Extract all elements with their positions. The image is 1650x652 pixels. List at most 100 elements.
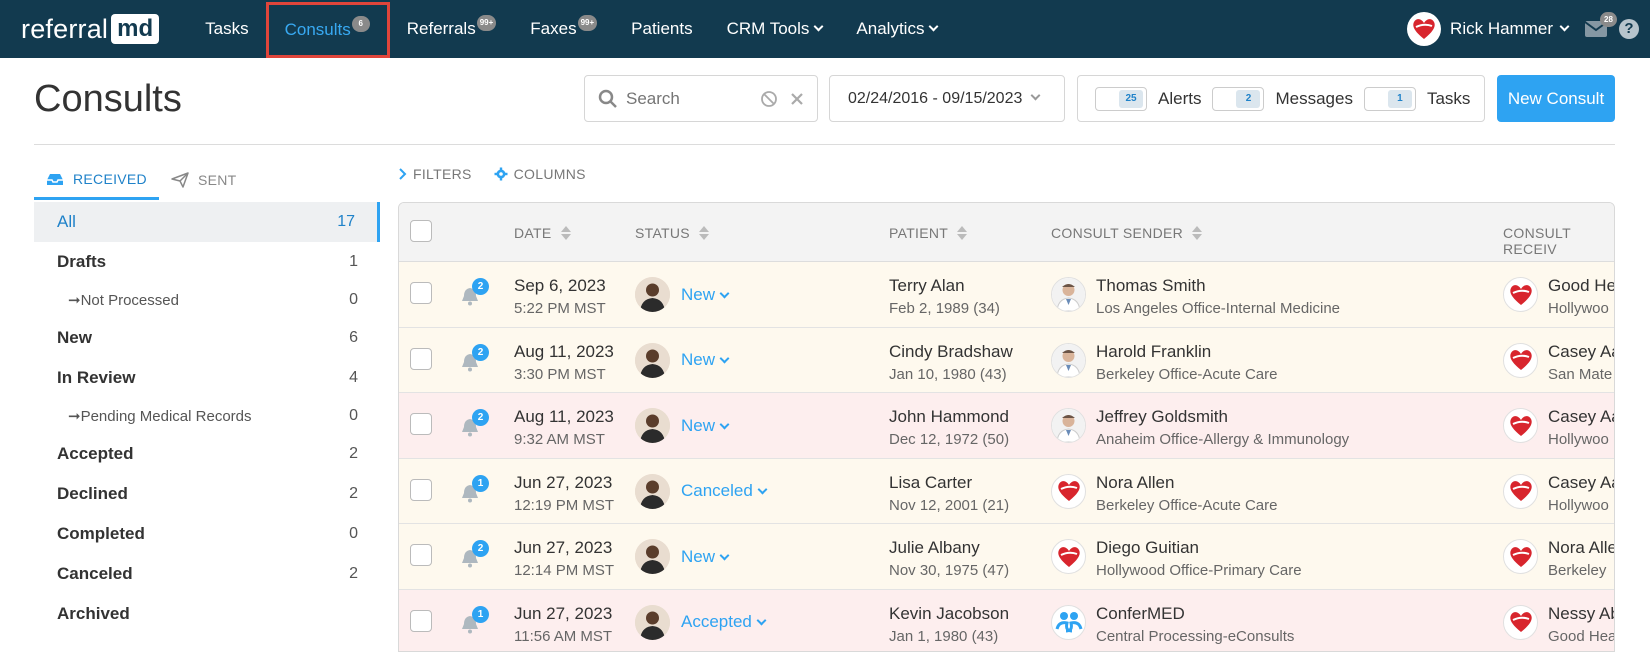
sender-cell[interactable]: Thomas Smith Los Angeles Office-Internal … — [1051, 274, 1340, 320]
sender-cell[interactable]: Jeffrey Goldsmith Anaheim Office-Allergy … — [1051, 405, 1349, 451]
sender-cell[interactable]: Harold Franklin Berkeley Office-Acute Car… — [1051, 340, 1277, 386]
tab-received[interactable]: RECEIVED — [34, 160, 159, 200]
sidebar-item-accepted[interactable]: Accepted 2 — [34, 434, 380, 474]
help-icon[interactable]: ? — [1619, 19, 1639, 39]
gear-icon — [494, 167, 508, 181]
sidebar-item-all[interactable]: All 17 — [34, 202, 380, 242]
messages-toggle[interactable]: 2 — [1212, 86, 1265, 111]
sidebar-item-drafts[interactable]: Drafts 1 — [34, 242, 380, 282]
status-dropdown[interactable]: New — [681, 350, 730, 370]
nav-item-analytics[interactable]: Analytics — [839, 0, 954, 58]
column-header-consult-receiver[interactable]: CONSULT RECEIV — [1503, 225, 1614, 257]
column-header-patient[interactable]: PATIENT — [889, 225, 968, 241]
sort-icon — [1192, 226, 1203, 240]
patient-cell[interactable]: Cindy Bradshaw Jan 10, 1980 (43) — [889, 340, 1013, 386]
row-checkbox[interactable] — [410, 413, 432, 435]
user-name[interactable]: Rick Hammer — [1450, 19, 1553, 39]
sidebar-item-pending-medical-records[interactable]: ➞Pending Medical Records 0 — [34, 398, 380, 434]
table-row[interactable]: 2 Sep 6, 2023 5:22 PM MST New Terry Alan Feb … — [399, 262, 1614, 328]
select-all-checkbox[interactable] — [410, 220, 432, 242]
receiver-cell[interactable]: Good He Hollywoo — [1503, 274, 1614, 320]
table-row[interactable]: 1 Jun 27, 2023 12:19 PM MST Canceled Lisa Ca… — [399, 458, 1614, 524]
receiver-cell[interactable]: Casey Aa San Mate — [1503, 340, 1614, 386]
columns-label: COLUMNS — [513, 166, 586, 182]
column-header-date[interactable]: DATE — [514, 225, 571, 241]
status-dropdown[interactable]: New — [681, 285, 730, 305]
chevron-down-icon — [719, 419, 730, 429]
columns-button[interactable]: COLUMNS — [494, 166, 586, 182]
status-value: New — [681, 350, 716, 369]
notification-count: 2 — [472, 409, 489, 426]
sender-name: Jeffrey Goldsmith — [1096, 407, 1228, 426]
sender-org: Los Angeles Office-Internal Medicine — [1096, 300, 1341, 317]
tasks-toggle[interactable]: 1 — [1363, 86, 1416, 111]
nav-item-tasks[interactable]: Tasks — [188, 0, 265, 58]
column-header-consult-sender[interactable]: CONSULT SENDER — [1051, 225, 1203, 241]
tab-sent[interactable]: SENT — [159, 160, 249, 200]
row-checkbox[interactable] — [410, 347, 432, 370]
consult-time: 12:14 PM MST — [514, 562, 615, 579]
receiver-cell[interactable]: Casey Aa Hollywoo — [1503, 471, 1614, 517]
sender-name: Nora Allen — [1096, 472, 1175, 492]
search-input[interactable] — [626, 88, 756, 109]
patient-cell[interactable]: Lisa Carter Nov 12, 2001 (21) — [889, 471, 1009, 517]
status-cell: New — [635, 408, 730, 443]
alerts-toggle[interactable]: 25 — [1095, 86, 1147, 111]
sender-cell[interactable]: Nora Allen Berkeley Office-Acute Care — [1051, 471, 1277, 517]
nav-item-patients[interactable]: Patients — [614, 0, 709, 58]
user-avatar[interactable] — [1407, 12, 1442, 46]
row-checkbox[interactable] — [410, 609, 432, 632]
sidebar-item-in-review[interactable]: In Review 4 — [34, 358, 380, 398]
status-dropdown[interactable]: Canceled — [681, 481, 768, 501]
status-cell: New — [635, 342, 730, 378]
sender-cell[interactable]: Diego Guitian Hollywood Office-Primary Ca… — [1051, 536, 1302, 582]
patient-cell[interactable]: Julie Albany Nov 30, 1975 (47) — [889, 536, 1009, 582]
nav-label: Consults — [284, 19, 351, 39]
block-icon[interactable] — [760, 90, 778, 108]
sidebar-item-new[interactable]: New 6 — [34, 318, 380, 358]
status-dropdown[interactable]: Accepted — [681, 612, 767, 632]
person-avatar-icon — [635, 408, 670, 443]
row-checkbox[interactable] — [410, 478, 432, 501]
sidebar-item-canceled[interactable]: Canceled 2 — [34, 554, 380, 594]
receiver-cell[interactable]: Nessy Ab Good Hea — [1503, 602, 1614, 648]
status-dropdown[interactable]: New — [681, 547, 730, 567]
row-checkbox[interactable] — [410, 282, 432, 304]
table-row[interactable]: 2 Jun 27, 2023 12:14 PM MST New Julie Albany… — [399, 524, 1614, 590]
patient-cell[interactable]: Kevin Jacobson Jan 1, 1980 (43) — [889, 602, 1009, 648]
sidebar-item-count: 4 — [349, 369, 358, 386]
sidebar-item-archived[interactable]: Archived — [34, 594, 380, 634]
status-value: Canceled — [681, 481, 753, 500]
heart-logo-icon — [1509, 284, 1532, 305]
new-consult-button[interactable]: New Consult — [1497, 75, 1615, 122]
nav-item-referrals[interactable]: Referrals 99+ — [390, 0, 514, 58]
table-row[interactable]: 2 Aug 11, 2023 9:32 AM MST New John Hammond D… — [399, 393, 1614, 459]
sidebar-item-not-processed[interactable]: ➞Not Processed 0 — [34, 282, 380, 318]
patient-cell[interactable]: Terry Alan Feb 2, 1989 (34) — [889, 274, 1000, 320]
sender-cell[interactable]: ConferMED Central Processing-eConsults — [1051, 602, 1294, 648]
filters-button[interactable]: FILTERS — [399, 166, 472, 182]
heart-logo-icon — [1413, 19, 1435, 39]
nav-item-crm-tools[interactable]: CRM Tools — [710, 0, 840, 58]
date-range-picker[interactable]: 02/24/2016 - 09/15/2023 — [829, 75, 1065, 122]
receiver-cell[interactable]: Nora Alle Berkeley — [1503, 536, 1614, 582]
mail-icon[interactable]: 28 — [1584, 12, 1617, 38]
nav-item-faxes[interactable]: Faxes 99+ — [513, 0, 614, 58]
receiver-avatar — [1503, 539, 1538, 574]
patient-cell[interactable]: John Hammond Dec 12, 1972 (50) — [889, 405, 1009, 451]
sidebar-item-declined[interactable]: Declined 2 — [34, 474, 380, 514]
referralmd-logo[interactable]: referral md — [21, 0, 160, 58]
table-row[interactable]: 2 Aug 11, 2023 3:30 PM MST New Cindy Bradsha… — [399, 327, 1614, 393]
chevron-down-icon — [757, 484, 768, 495]
sidebar-item-completed[interactable]: Completed 0 — [34, 514, 380, 554]
chevron-down-icon[interactable] — [1559, 21, 1570, 31]
row-checkbox[interactable] — [410, 544, 432, 566]
sidebar-item-label: New — [57, 328, 92, 347]
table-row[interactable]: 1 Jun 27, 2023 11:56 AM MST Accepted Kevin J… — [399, 589, 1614, 651]
receiver-cell[interactable]: Casey Aa Hollywoo — [1503, 405, 1614, 451]
nav-item-consults[interactable]: Consults 6 — [265, 1, 390, 58]
status-dropdown[interactable]: New — [681, 416, 730, 436]
column-header-status[interactable]: STATUS — [635, 225, 709, 241]
consult-time: 3:30 PM MST — [514, 365, 606, 383]
close-icon[interactable] — [790, 92, 804, 106]
